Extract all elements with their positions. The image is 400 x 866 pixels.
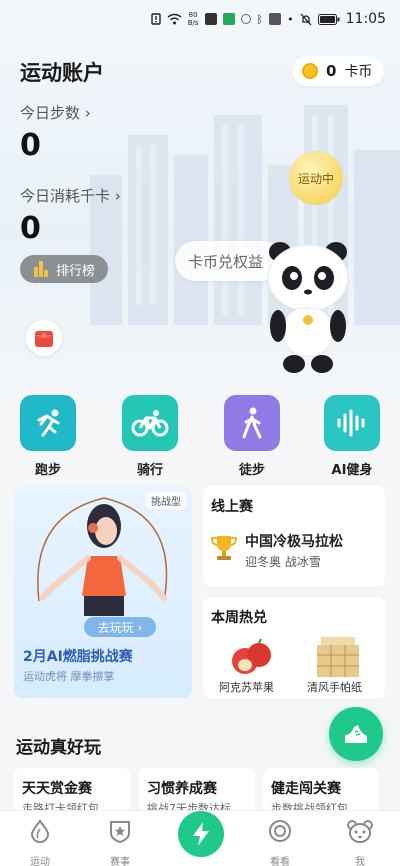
sound-wave-icon <box>324 395 380 451</box>
exercising-status-bubble[interactable]: 运动中 <box>289 151 343 205</box>
bluetooth-icon: ᛒ <box>256 12 264 26</box>
mode-running[interactable]: 跑步 <box>18 395 78 478</box>
online-race-title: 线上赛 <box>211 499 253 515</box>
shield-star-icon <box>110 821 130 843</box>
bear-face-icon <box>347 820 373 843</box>
tab-label: 我 <box>355 857 365 866</box>
drop-icon <box>30 819 50 843</box>
tab-label: 看看 <box>270 857 290 866</box>
red-packet-button[interactable]: Y <box>26 320 62 356</box>
clock: 11:05 <box>345 11 386 27</box>
more-dots-icon: • <box>287 12 294 26</box>
challenge-subtitle: 运动虎将 摩拳擦掌 <box>23 670 115 683</box>
tab-sports[interactable]: 运动 <box>10 817 70 866</box>
fun-card-name: 健走闯关赛 <box>271 781 341 797</box>
wifi-icon <box>167 13 182 25</box>
challenge-go-button[interactable]: 去玩玩 › <box>84 617 156 637</box>
mode-label: AI健身 <box>331 463 373 478</box>
tissue-box-product-image[interactable] <box>315 635 361 679</box>
hero-area: 80 B/s ᛒ • 11:05 运动账户 0 卡币 今日步数 › 0 今日消耗千… <box>0 0 400 392</box>
notification-app-icon-green <box>222 13 235 25</box>
leaderboard-button[interactable]: 排行榜 <box>20 255 108 283</box>
notification-app-icon-dark <box>269 13 282 25</box>
mode-cycling[interactable]: 骑行 <box>120 395 180 478</box>
fun-card-name: 天天赏金赛 <box>22 781 92 797</box>
shoe-floating-button[interactable] <box>329 707 383 761</box>
weekly-hot-title: 本周热兑 <box>211 610 267 626</box>
tab-label: 运动 <box>30 857 50 866</box>
hot-item-tissue[interactable]: 清风手帕纸 <box>307 679 362 695</box>
walking-icon <box>224 395 280 451</box>
fun-card-name: 习惯养成赛 <box>147 781 217 797</box>
race-name: 中国冷极马拉松 <box>245 534 343 550</box>
sneaker-icon <box>345 725 367 743</box>
tab-me[interactable]: 我 <box>330 817 390 866</box>
notification-app-icon-gray <box>240 14 251 24</box>
weekly-hot-exchange-card[interactable]: 本周热兑 阿克苏苹果 清风手帕纸 <box>203 597 385 698</box>
svg-text:Y: Y <box>41 332 47 340</box>
bar-chart-icon <box>34 261 48 277</box>
tab-events[interactable]: 赛事 <box>90 817 150 866</box>
network-speed: 80 B/s <box>187 11 199 27</box>
mode-label: 跑步 <box>34 463 61 478</box>
mode-hiking[interactable]: 徒步 <box>222 395 282 478</box>
bicycle-icon <box>122 395 178 451</box>
coin-balance-button[interactable]: 0 卡币 <box>292 56 384 86</box>
panda-mascot[interactable] <box>258 240 358 375</box>
mode-label: 骑行 <box>136 463 163 478</box>
notification-app-icon <box>204 13 217 25</box>
fun-section-title: 运动真好玩 <box>16 738 101 758</box>
kcal-label-link[interactable]: 今日消耗千卡 › <box>20 185 121 206</box>
battery-icon <box>317 13 340 25</box>
coin-icon <box>302 63 318 79</box>
coin-label: 卡币 <box>344 64 373 80</box>
coin-count: 0 <box>326 62 337 80</box>
mode-ai-fitness[interactable]: AI健身 <box>322 395 382 478</box>
trophy-icon <box>211 536 237 560</box>
apple-product-image[interactable] <box>229 637 275 677</box>
tab-start-workout[interactable] <box>178 811 224 857</box>
mute-bell-icon <box>300 13 312 25</box>
sport-mode-row: 跑步 骑行 徒步 AI健身 <box>0 395 400 478</box>
running-icon <box>20 395 76 451</box>
sim-alert-icon <box>151 13 161 25</box>
tab-label: 赛事 <box>110 857 130 866</box>
lightning-icon <box>193 822 209 846</box>
online-race-card[interactable]: 线上赛 中国冷极马拉松 迎冬奥 战冰雪 <box>203 486 385 586</box>
challenge-title: 2月AI燃脂挑战赛 <box>23 649 133 665</box>
tab-watch[interactable]: 看看 <box>250 817 310 866</box>
leaderboard-label: 排行榜 <box>56 263 96 279</box>
steps-label-link[interactable]: 今日步数 › <box>20 102 91 123</box>
ring-icon <box>269 820 291 842</box>
kcal-value: 0 <box>20 211 41 246</box>
mode-label: 徒步 <box>238 463 265 478</box>
race-subtitle: 迎冬奥 战冰雪 <box>245 555 321 569</box>
red-packet-icon: Y <box>35 331 53 347</box>
status-bar: 80 B/s ᛒ • 11:05 <box>0 0 400 40</box>
steps-value: 0 <box>20 128 41 163</box>
hot-item-apple[interactable]: 阿克苏苹果 <box>219 679 274 695</box>
jump-rope-girl-illustration <box>37 497 168 616</box>
ai-fat-burn-challenge-card[interactable]: 挑战型 去玩玩 › 2月AI燃脂挑战赛 运动虎将 摩拳擦掌 <box>14 486 192 698</box>
page-title: 运动账户 <box>20 61 104 85</box>
